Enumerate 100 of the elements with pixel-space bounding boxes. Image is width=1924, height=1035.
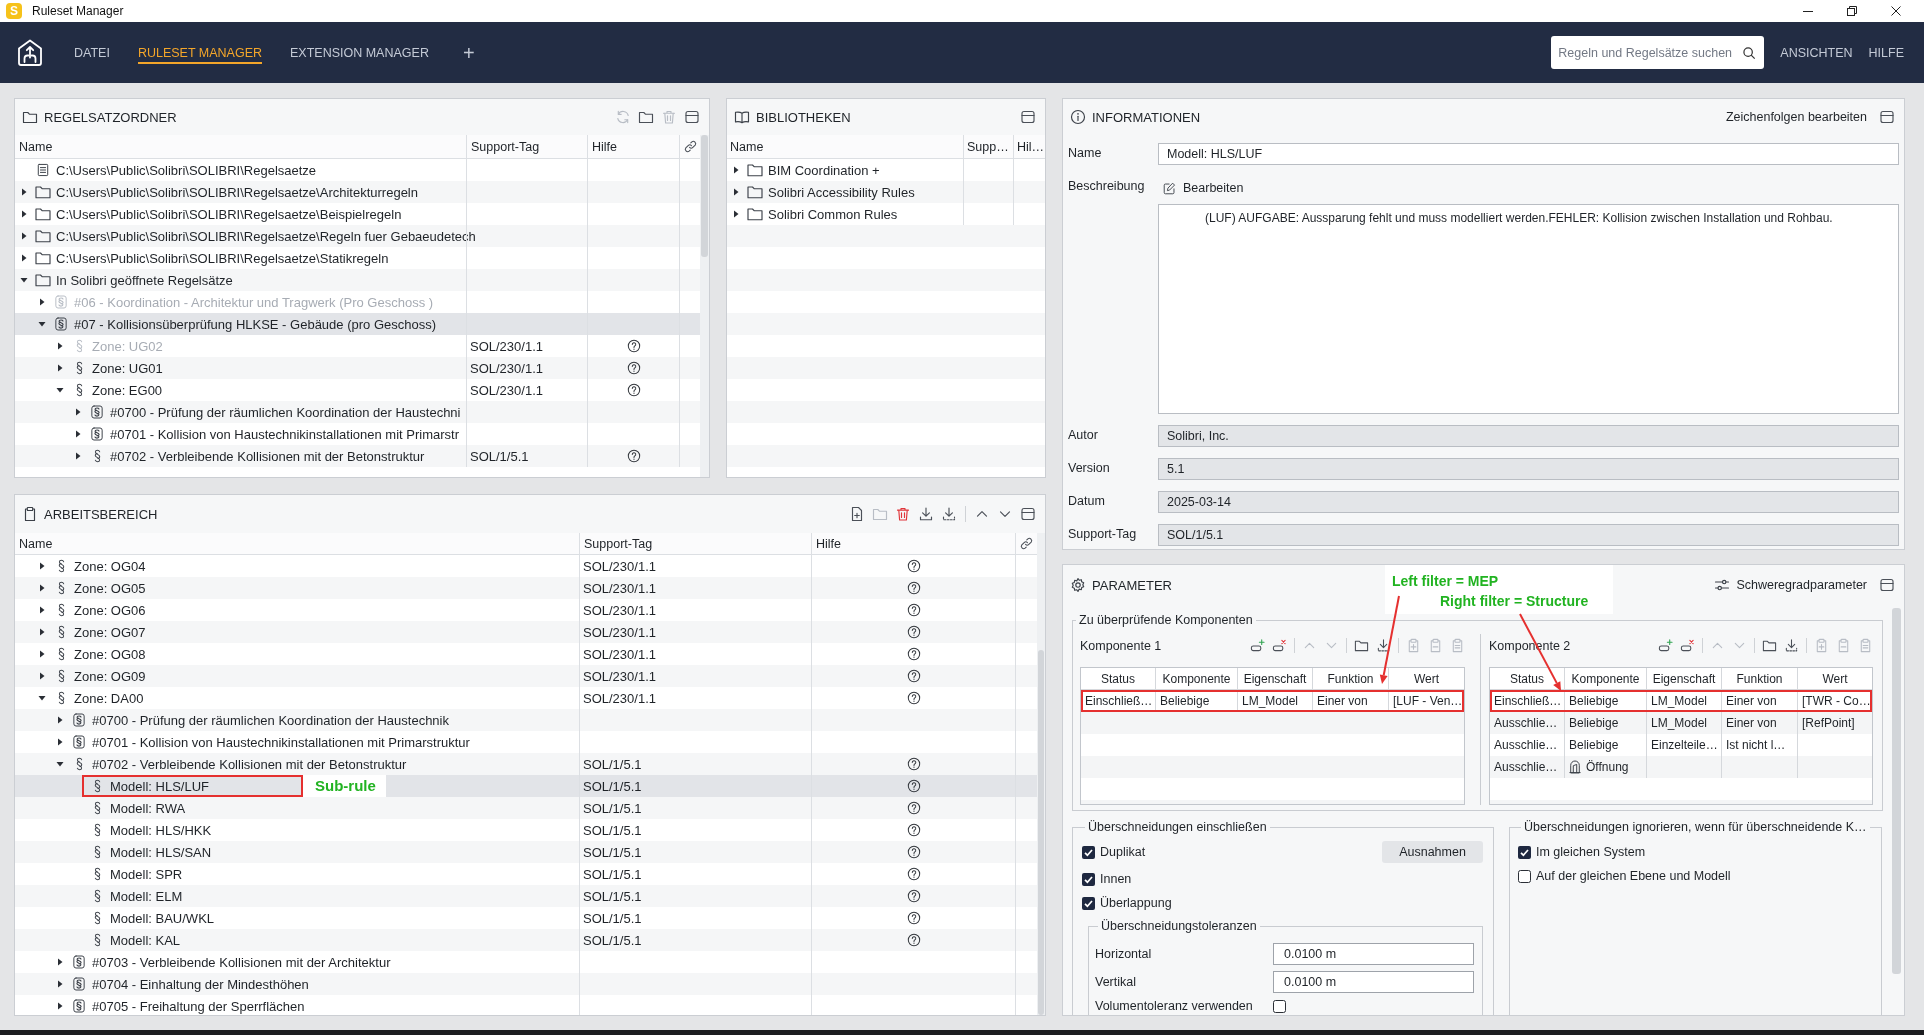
text-field[interactable]: 2025-03-14: [1158, 491, 1899, 513]
edit-strings-button[interactable]: Zeichenfolgen bearbeiten: [1725, 110, 1867, 124]
expand-arrow-icon[interactable]: [56, 738, 64, 746]
severity-parameters-button[interactable]: Schweregradparameter: [1714, 577, 1867, 593]
expand-arrow-icon[interactable]: [732, 210, 740, 218]
column-header[interactable]: Hilfe: [811, 533, 1015, 554]
column-header[interactable]: Name: [15, 135, 466, 158]
menu-item[interactable]: ANSICHTEN: [1780, 45, 1853, 60]
help-icon[interactable]: [906, 911, 921, 925]
window-icon[interactable]: [1879, 577, 1895, 593]
nav-tab[interactable]: EXTENSION MANAGER: [290, 41, 429, 64]
folder-icon[interactable]: [638, 109, 654, 125]
tree-row[interactable]: #0702 - Verbleibende Kollisionen mit der Betonstruktur SOL/1/5.1: [15, 753, 1037, 775]
expand-arrow-icon[interactable]: [38, 584, 46, 592]
checkbox[interactable]: [1082, 845, 1095, 859]
input-field[interactable]: 0.0100 m: [1273, 971, 1474, 993]
column-header[interactable]: Name: [727, 135, 963, 158]
tree-row[interactable]: #0700 - Prüfung der räumlichen Koordination der Haustechnik: [15, 709, 1037, 731]
tree-row[interactable]: Modell: ELM SOL/1/5.1: [15, 885, 1037, 907]
help-icon[interactable]: [906, 867, 921, 881]
checkbox[interactable]: [1082, 896, 1095, 910]
expand-arrow-icon[interactable]: [74, 408, 82, 416]
column-header[interactable]: Name: [15, 533, 579, 554]
expand-arrow-icon[interactable]: [732, 188, 740, 196]
expand-arrow-icon[interactable]: [56, 716, 64, 724]
expand-arrow-icon[interactable]: [20, 210, 28, 218]
expand-arrow-icon[interactable]: [56, 364, 64, 372]
folder-icon[interactable]: [1354, 638, 1369, 653]
link-icon[interactable]: [1019, 536, 1034, 551]
tree-row[interactable]: Modell: KAL SOL/1/5.1: [15, 929, 1037, 951]
column-header[interactable]: Support-Tag: [466, 135, 587, 158]
text-field[interactable]: Modell: HLS/LUF: [1158, 143, 1899, 165]
table-row[interactable]: Einschließ… Beliebige LM_Model Einer von [LUF - Ven…: [1081, 690, 1464, 712]
tree-row[interactable]: In Solibri geöffnete Regelsätze: [15, 269, 700, 291]
help-icon[interactable]: [906, 559, 921, 573]
checkbox[interactable]: [1082, 872, 1095, 886]
help-icon[interactable]: [906, 691, 921, 705]
tree-row[interactable]: Modell: RWA SOL/1/5.1: [15, 797, 1037, 819]
help-icon[interactable]: [906, 581, 921, 595]
tree-row[interactable]: Zone: UG01 SOL/230/1.1: [15, 357, 700, 379]
help-icon[interactable]: [906, 933, 921, 947]
column-header[interactable]: Eigenschaft: [1646, 668, 1721, 689]
help-icon[interactable]: [906, 779, 921, 793]
input-field[interactable]: 0.0100 m: [1273, 943, 1474, 965]
nav-tab[interactable]: DATEI: [74, 41, 110, 64]
expand-arrow-icon[interactable]: [38, 650, 46, 658]
collapse-arrow-icon[interactable]: [20, 276, 28, 284]
exceptions-button[interactable]: Ausnahmen: [1382, 841, 1483, 863]
checkbox[interactable]: [1518, 869, 1531, 883]
link-icon[interactable]: [682, 139, 698, 154]
tree-row[interactable]: Zone: OG05 SOL/230/1.1: [15, 577, 1037, 599]
scrollbar-thumb[interactable]: [1038, 650, 1044, 1015]
restore-icon[interactable]: [1847, 6, 1857, 16]
help-icon[interactable]: [906, 845, 921, 859]
expand-arrow-icon[interactable]: [20, 188, 28, 196]
column-header[interactable]: Hilfe: [587, 135, 679, 158]
scrollbar-thumb[interactable]: [701, 135, 708, 257]
tree-row[interactable]: #0700 - Prüfung der räumlichen Koordination der Haustechni: [15, 401, 700, 423]
window-icon[interactable]: [1879, 109, 1895, 125]
collapse-arrow-icon[interactable]: [56, 386, 64, 394]
add-row-icon[interactable]: [1250, 638, 1265, 653]
tree-row[interactable]: Modell: HLS/SAN SOL/1/5.1: [15, 841, 1037, 863]
help-icon[interactable]: [906, 757, 921, 771]
checkbox[interactable]: [1518, 845, 1531, 859]
column-header[interactable]: Wert: [1797, 668, 1872, 689]
help-icon[interactable]: [906, 647, 921, 661]
help-icon[interactable]: [626, 449, 641, 463]
search-field[interactable]: Regeln und Regelsätze suchen: [1551, 36, 1765, 69]
download-icon[interactable]: [918, 506, 934, 522]
expand-arrow-icon[interactable]: [732, 166, 740, 174]
expand-arrow-icon[interactable]: [38, 672, 46, 680]
column-header[interactable]: Status: [1490, 668, 1564, 689]
menu-item[interactable]: HILFE: [1868, 45, 1904, 60]
download-tray-icon[interactable]: [941, 506, 957, 522]
scrollbar-thumb[interactable]: [1892, 608, 1901, 974]
help-icon[interactable]: [906, 823, 921, 837]
help-icon[interactable]: [626, 383, 641, 397]
expand-arrow-icon[interactable]: [56, 980, 64, 988]
remove-row-icon[interactable]: [1680, 638, 1695, 653]
column-header[interactable]: Supp…: [963, 135, 1013, 158]
tree-row[interactable]: Zone: OG09 SOL/230/1.1: [15, 665, 1037, 687]
text-field[interactable]: Solibri, Inc.: [1158, 425, 1899, 447]
column-header[interactable]: Funktion: [1721, 668, 1797, 689]
collapse-arrow-icon[interactable]: [38, 320, 46, 328]
expand-arrow-icon[interactable]: [74, 430, 82, 438]
help-icon[interactable]: [906, 603, 921, 617]
help-icon[interactable]: [906, 889, 921, 903]
expand-arrow-icon[interactable]: [38, 628, 46, 636]
close-icon[interactable]: [1891, 6, 1901, 16]
add-row-icon[interactable]: [1658, 638, 1673, 653]
trash-icon[interactable]: [895, 506, 911, 522]
description-field[interactable]: (LUF) AUFGABE: Aussparung fehlt und muss modelliert werden.FEHLER: Kollision zwischen Installation und Rohbau.: [1158, 204, 1899, 414]
column-header[interactable]: Status: [1081, 668, 1155, 689]
expand-arrow-icon[interactable]: [56, 1002, 64, 1010]
checkbox[interactable]: [1273, 999, 1286, 1013]
column-header[interactable]: Support-Tag: [579, 533, 811, 554]
help-icon[interactable]: [906, 801, 921, 815]
tree-row[interactable]: Zone: OG07 SOL/230/1.1: [15, 621, 1037, 643]
column-header[interactable]: Komponente: [1155, 668, 1237, 689]
column-header[interactable]: Komponente: [1564, 668, 1646, 689]
